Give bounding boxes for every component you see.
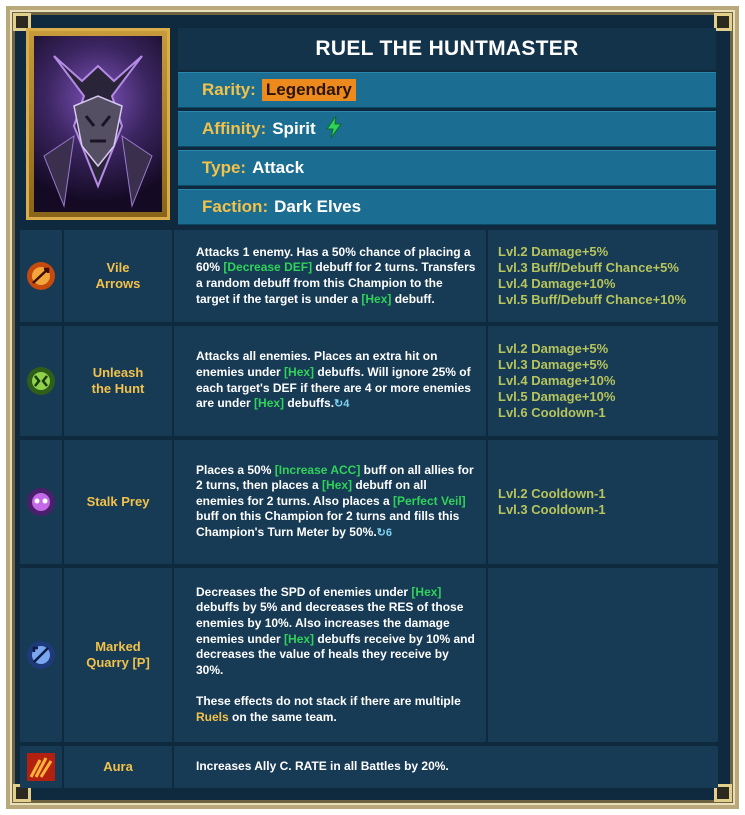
aura-description: Increases Ally C. RATE in all Battles by… (174, 746, 718, 788)
champion-name: RUEL THE HUNTMASTER (315, 37, 579, 60)
spirit-affinity-icon (324, 115, 344, 144)
keyword-perfect-veil: [Perfect Veil] (392, 493, 466, 508)
level-up-line: Lvl.4 Damage+10% (498, 373, 616, 388)
skill-row: Marked Quarry [P] Decreases the SPD of en… (18, 568, 718, 742)
skill-name-line: Quarry [P] (86, 655, 150, 670)
level-up-line: Lvl.3 Cooldown-1 (498, 502, 606, 517)
type-row: Type: Attack (178, 150, 716, 186)
level-up-line: Lvl.3 Buff/Debuff Chance+5% (498, 260, 679, 275)
keyword-hex: [Hex] (411, 584, 442, 599)
keyword-hex: [Hex] (284, 631, 315, 646)
keyword-hex: [Hex] (254, 396, 285, 411)
keyword-decrease-def: [Decrease DEF] (223, 260, 313, 275)
skill-icon-cell (20, 230, 62, 322)
skill-level-ups: Lvl.2 Damage+5% Lvl.3 Damage+5% Lvl.4 Da… (488, 326, 718, 436)
type-value: Attack (252, 158, 305, 177)
skill-name-line: Vile (106, 260, 130, 275)
faction-row: Faction: Dark Elves (178, 189, 716, 225)
desc-text: buff on this Champion for 2 turns and fi… (196, 509, 460, 539)
skill-description: Places a 50% [Increase ACC] buff on all … (174, 440, 486, 564)
keyword-ruels: Ruels (196, 709, 229, 724)
skill-name: Stalk Prey (64, 440, 172, 564)
level-up-line: Lvl.5 Damage+10% (498, 389, 616, 404)
skill-name-line: Marked (95, 639, 141, 654)
skill-description: Attacks 1 enemy. Has a 50% chance of pla… (174, 230, 486, 322)
desc-text: debuffs. (284, 396, 335, 411)
champion-name-bar: RUEL THE HUNTMASTER (178, 28, 716, 70)
type-label: Type: (202, 158, 247, 177)
keyword-increase-acc: [Increase ACC] (274, 462, 361, 477)
cooldown-value: 4 (343, 398, 350, 411)
cooldown-icon: ↻ (334, 398, 344, 411)
skill-level-ups: Lvl.2 Damage+5% Lvl.3 Buff/Debuff Chance… (488, 230, 718, 322)
keyword-hex: [Hex] (361, 291, 392, 306)
champion-header: RUEL THE HUNTMASTER Rarity: Legendary Af… (18, 18, 718, 226)
cooldown-icon: ↻ (376, 526, 386, 539)
skill-icon-cell (20, 326, 62, 436)
skill-description: Attacks all enemies. Places an extra hit… (174, 326, 486, 436)
desc-text: These effects do not stack if there are … (196, 693, 461, 708)
level-up-line: Lvl.2 Damage+5% (498, 244, 609, 259)
affinity-label: Affinity: (202, 119, 267, 138)
aura-icon (27, 753, 55, 781)
champion-portrait-image (34, 36, 162, 212)
rarity-value: Legendary (261, 79, 356, 101)
keyword-hex: [Hex] (284, 364, 315, 379)
rarity-row: Rarity: Legendary (178, 72, 716, 108)
faction-label: Faction: (202, 197, 269, 216)
level-up-line: Lvl.6 Cooldown-1 (498, 405, 606, 420)
skill-name-line: Stalk Prey (86, 494, 150, 509)
desc-text: on the same team. (228, 709, 337, 724)
keyword-hex: [Hex] (322, 478, 353, 493)
vile-arrows-icon (27, 262, 55, 290)
skill-level-ups (488, 568, 718, 742)
marked-quarry-icon (27, 641, 55, 669)
skill-row: Vile Arrows Attacks 1 enemy. Has a 50% ch… (18, 230, 718, 322)
rarity-label: Rarity: (202, 80, 256, 99)
level-up-line: Lvl.4 Damage+10% (498, 276, 616, 291)
skill-name: Marked Quarry [P] (64, 568, 172, 742)
aura-name: Aura (64, 746, 172, 788)
skill-name-line: the Hunt (91, 381, 145, 396)
level-up-line: Lvl.5 Buff/Debuff Chance+10% (498, 292, 687, 307)
skill-description: Decreases the SPD of enemies under [Hex]… (174, 568, 486, 742)
unleash-the-hunt-icon (27, 367, 55, 395)
skill-row: Stalk Prey Places a 50% [Increase ACC] b… (18, 440, 718, 564)
desc-text: Places a 50% (196, 462, 275, 477)
aura-row: Aura Increases Ally C. RATE in all Battl… (18, 746, 718, 788)
champion-portrait (26, 28, 170, 220)
desc-text: debuff. (391, 291, 435, 306)
stalk-prey-icon (27, 488, 55, 516)
affinity-value: Spirit (272, 119, 316, 138)
faction-value: Dark Elves (274, 197, 362, 216)
level-up-line: Lvl.2 Cooldown-1 (498, 486, 606, 501)
level-up-line: Lvl.3 Damage+5% (498, 357, 609, 372)
desc-text: Decreases the SPD of enemies under (196, 584, 412, 599)
affinity-row: Affinity: Spirit (178, 111, 716, 147)
skill-icon-cell (20, 568, 62, 742)
skill-level-ups: Lvl.2 Cooldown-1 Lvl.3 Cooldown-1 (488, 440, 718, 564)
skill-name: Vile Arrows (64, 230, 172, 322)
level-up-line: Lvl.2 Damage+5% (498, 341, 609, 356)
skill-name-line: Unleash (92, 365, 144, 380)
skill-name-line: Arrows (95, 276, 141, 291)
aura-icon-cell (20, 746, 62, 788)
cooldown-value: 6 (385, 526, 393, 539)
skill-row: Unleash the Hunt Attacks all enemies. Pla… (18, 326, 718, 436)
skill-name: Unleash the Hunt (64, 326, 172, 436)
skill-icon-cell (20, 440, 62, 564)
